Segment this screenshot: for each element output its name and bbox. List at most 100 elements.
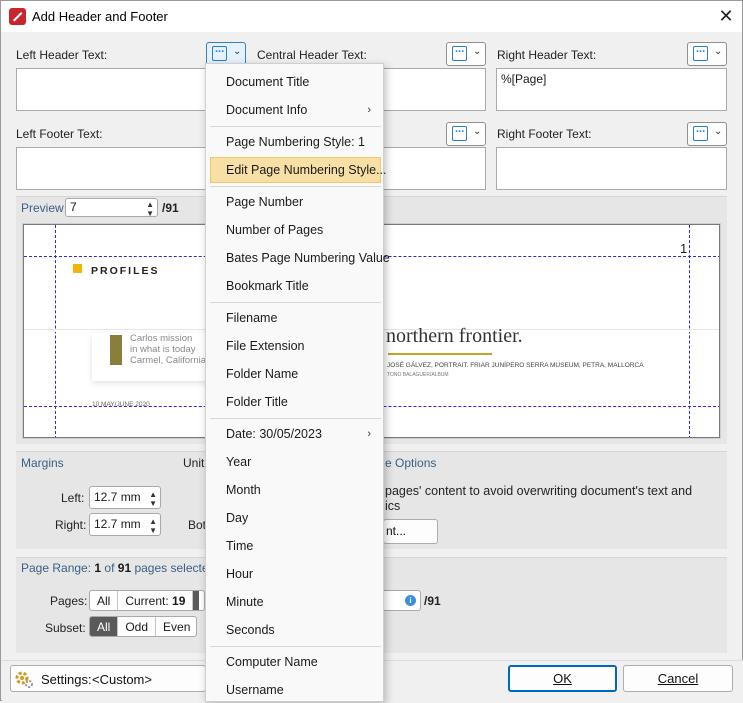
- cancel-button[interactable]: Cancel: [623, 665, 733, 692]
- chevron-down-icon: ⌄: [473, 46, 482, 57]
- menu-separator: [210, 126, 381, 127]
- info-icon[interactable]: i: [405, 595, 416, 606]
- chevron-down-icon: ⌄: [714, 126, 723, 137]
- subset-all-option[interactable]: All: [90, 617, 119, 636]
- left-margin-value: 12.7 mm: [94, 490, 141, 504]
- options-button[interactable]: nt...: [383, 519, 438, 544]
- page-range-prefix: Page Range:: [21, 561, 95, 575]
- menu-item-year[interactable]: Year: [210, 449, 381, 475]
- title-bar: Add Header and Footer ✕: [1, 1, 742, 32]
- menu-item-filename[interactable]: Filename: [210, 305, 381, 331]
- settings-button[interactable]: Settings: <Custom>: [10, 665, 206, 692]
- subset-segment: All Odd Even: [89, 616, 197, 637]
- pages-label: Pages:: [50, 594, 88, 608]
- subset-even-option[interactable]: Even: [156, 617, 196, 636]
- preview-page-spinner[interactable]: 7 ▲ ▼: [65, 198, 158, 218]
- menu-item-time[interactable]: Time: [210, 533, 381, 559]
- menu-item-label: Document Info: [226, 103, 308, 117]
- menu-item-label: Date: 30/05/2023: [226, 427, 322, 441]
- right-header-macro-button[interactable]: ⌄: [687, 42, 727, 66]
- menu-separator: [210, 646, 381, 647]
- spinner-arrows-icon[interactable]: ▲ ▼: [149, 490, 157, 508]
- margins-label: Margins: [21, 456, 64, 470]
- insert-macro-icon: [693, 123, 708, 141]
- menu-item-hour[interactable]: Hour: [210, 561, 381, 587]
- right-footer-input[interactable]: [496, 147, 727, 190]
- menu-item-username[interactable]: Username: [210, 677, 381, 703]
- menu-item-month[interactable]: Month: [210, 477, 381, 503]
- right-footer-label: Right Footer Text:: [497, 127, 592, 141]
- subset-odd-option[interactable]: Odd: [118, 617, 157, 636]
- doc-caption-line: in what is today: [130, 344, 196, 355]
- pages-segment: All Current: 19: [89, 590, 205, 611]
- menu-item-document-title[interactable]: Document Title: [210, 69, 381, 95]
- settings-label: Settings:: [41, 672, 92, 687]
- doc-rule: [388, 353, 492, 355]
- options-text: pages' content to avoid overwriting docu…: [385, 484, 693, 498]
- doc-caption-line: Carmel, California.: [130, 355, 209, 366]
- pages-range-option[interactable]: [193, 591, 200, 610]
- page-range-title: Page Range: 1 of 91 pages selected: [21, 561, 215, 575]
- preview-label: Preview: [21, 201, 64, 215]
- settings-value: <Custom>: [92, 672, 152, 687]
- menu-item-page-numbering-style[interactable]: Page Numbering Style: 1: [210, 129, 381, 155]
- page-range-suffix: pages selected: [131, 561, 216, 575]
- left-footer-label: Left Footer Text:: [16, 127, 103, 141]
- menu-item-folder-title[interactable]: Folder Title: [210, 389, 381, 415]
- right-margin-spinner[interactable]: 12.7 mm ▲ ▼: [89, 513, 161, 536]
- menu-item-edit-page-numbering-style[interactable]: Edit Page Numbering Style...: [210, 157, 387, 183]
- chevron-down-icon: ⌄: [473, 126, 482, 137]
- menu-separator: [210, 302, 381, 303]
- page-range-input[interactable]: i: [384, 590, 421, 611]
- doc-credit: JOSÉ GÁLVEZ, PORTRAIT. FRIAR JUNÍPERO SE…: [387, 362, 644, 369]
- chevron-down-icon: ⌄: [714, 46, 723, 57]
- dialog-title: Add Header and Footer: [32, 9, 168, 24]
- doc-footer: 10 MAY/JUNE 2020: [92, 401, 150, 408]
- preview-page-number: 1: [680, 241, 688, 256]
- left-header-label: Left Header Text:: [16, 48, 108, 62]
- central-footer-macro-button[interactable]: ⌄: [446, 122, 486, 146]
- menu-item-document-info[interactable]: Document Info ›: [210, 97, 381, 123]
- app-logo-icon: [9, 8, 26, 25]
- insert-macro-icon: [693, 43, 708, 61]
- menu-item-bates-numbering[interactable]: Bates Page Numbering Value: [210, 245, 390, 271]
- insert-macro-icon: [452, 123, 467, 141]
- menu-item-date[interactable]: Date: 30/05/2023 ›: [210, 421, 381, 447]
- options-text-2: ics: [385, 499, 401, 513]
- menu-item-file-extension[interactable]: File Extension: [210, 333, 381, 359]
- doc-accent-square: [73, 264, 82, 273]
- units-label: Unit: [183, 456, 205, 470]
- preview-page-value: 7: [70, 200, 77, 214]
- menu-item-minute[interactable]: Minute: [210, 589, 381, 615]
- left-margin-label: Left:: [61, 491, 85, 505]
- doc-credit-small: TONO BALAGUER/ALBUM: [387, 372, 449, 378]
- menu-item-day[interactable]: Day: [210, 505, 381, 531]
- doc-heading: PROFILES: [91, 265, 160, 277]
- right-header-input[interactable]: %[Page]: [496, 68, 727, 111]
- menu-item-number-of-pages[interactable]: Number of Pages: [210, 217, 381, 243]
- spinner-arrows-icon[interactable]: ▲ ▼: [149, 517, 157, 535]
- doc-caption: Carlos mission in what is today Carmel, …: [130, 333, 209, 366]
- menu-item-bookmark-title[interactable]: Bookmark Title: [210, 273, 381, 299]
- pages-current-option[interactable]: Current: 19: [118, 591, 194, 610]
- right-header-label: Right Header Text:: [497, 48, 597, 62]
- menu-item-computer-name[interactable]: Computer Name: [210, 649, 381, 675]
- menu-separator: [210, 418, 381, 419]
- menu-item-seconds[interactable]: Seconds: [210, 617, 381, 643]
- right-margin-value: 12.7 mm: [94, 517, 141, 531]
- close-icon[interactable]: ✕: [713, 4, 739, 28]
- insert-macro-icon: [452, 43, 467, 61]
- menu-item-folder-name[interactable]: Folder Name: [210, 361, 381, 387]
- left-margin-spinner[interactable]: 12.7 mm ▲ ▼: [89, 486, 161, 509]
- central-header-macro-button[interactable]: ⌄: [446, 42, 486, 66]
- menu-item-page-number[interactable]: Page Number: [210, 189, 381, 215]
- spinner-arrows-icon[interactable]: ▲ ▼: [146, 200, 154, 218]
- insert-macro-icon: [212, 43, 227, 61]
- doc-big-text: northern frontier.: [386, 325, 523, 347]
- dialog-window: Add Header and Footer ✕ Left Header Text…: [0, 0, 743, 703]
- pages-all-option[interactable]: All: [90, 591, 119, 610]
- pages-current-value: 19: [172, 594, 186, 608]
- ok-button[interactable]: OK: [508, 665, 617, 692]
- bottom-margin-label: Bot: [188, 518, 207, 532]
- right-footer-macro-button[interactable]: ⌄: [687, 122, 727, 146]
